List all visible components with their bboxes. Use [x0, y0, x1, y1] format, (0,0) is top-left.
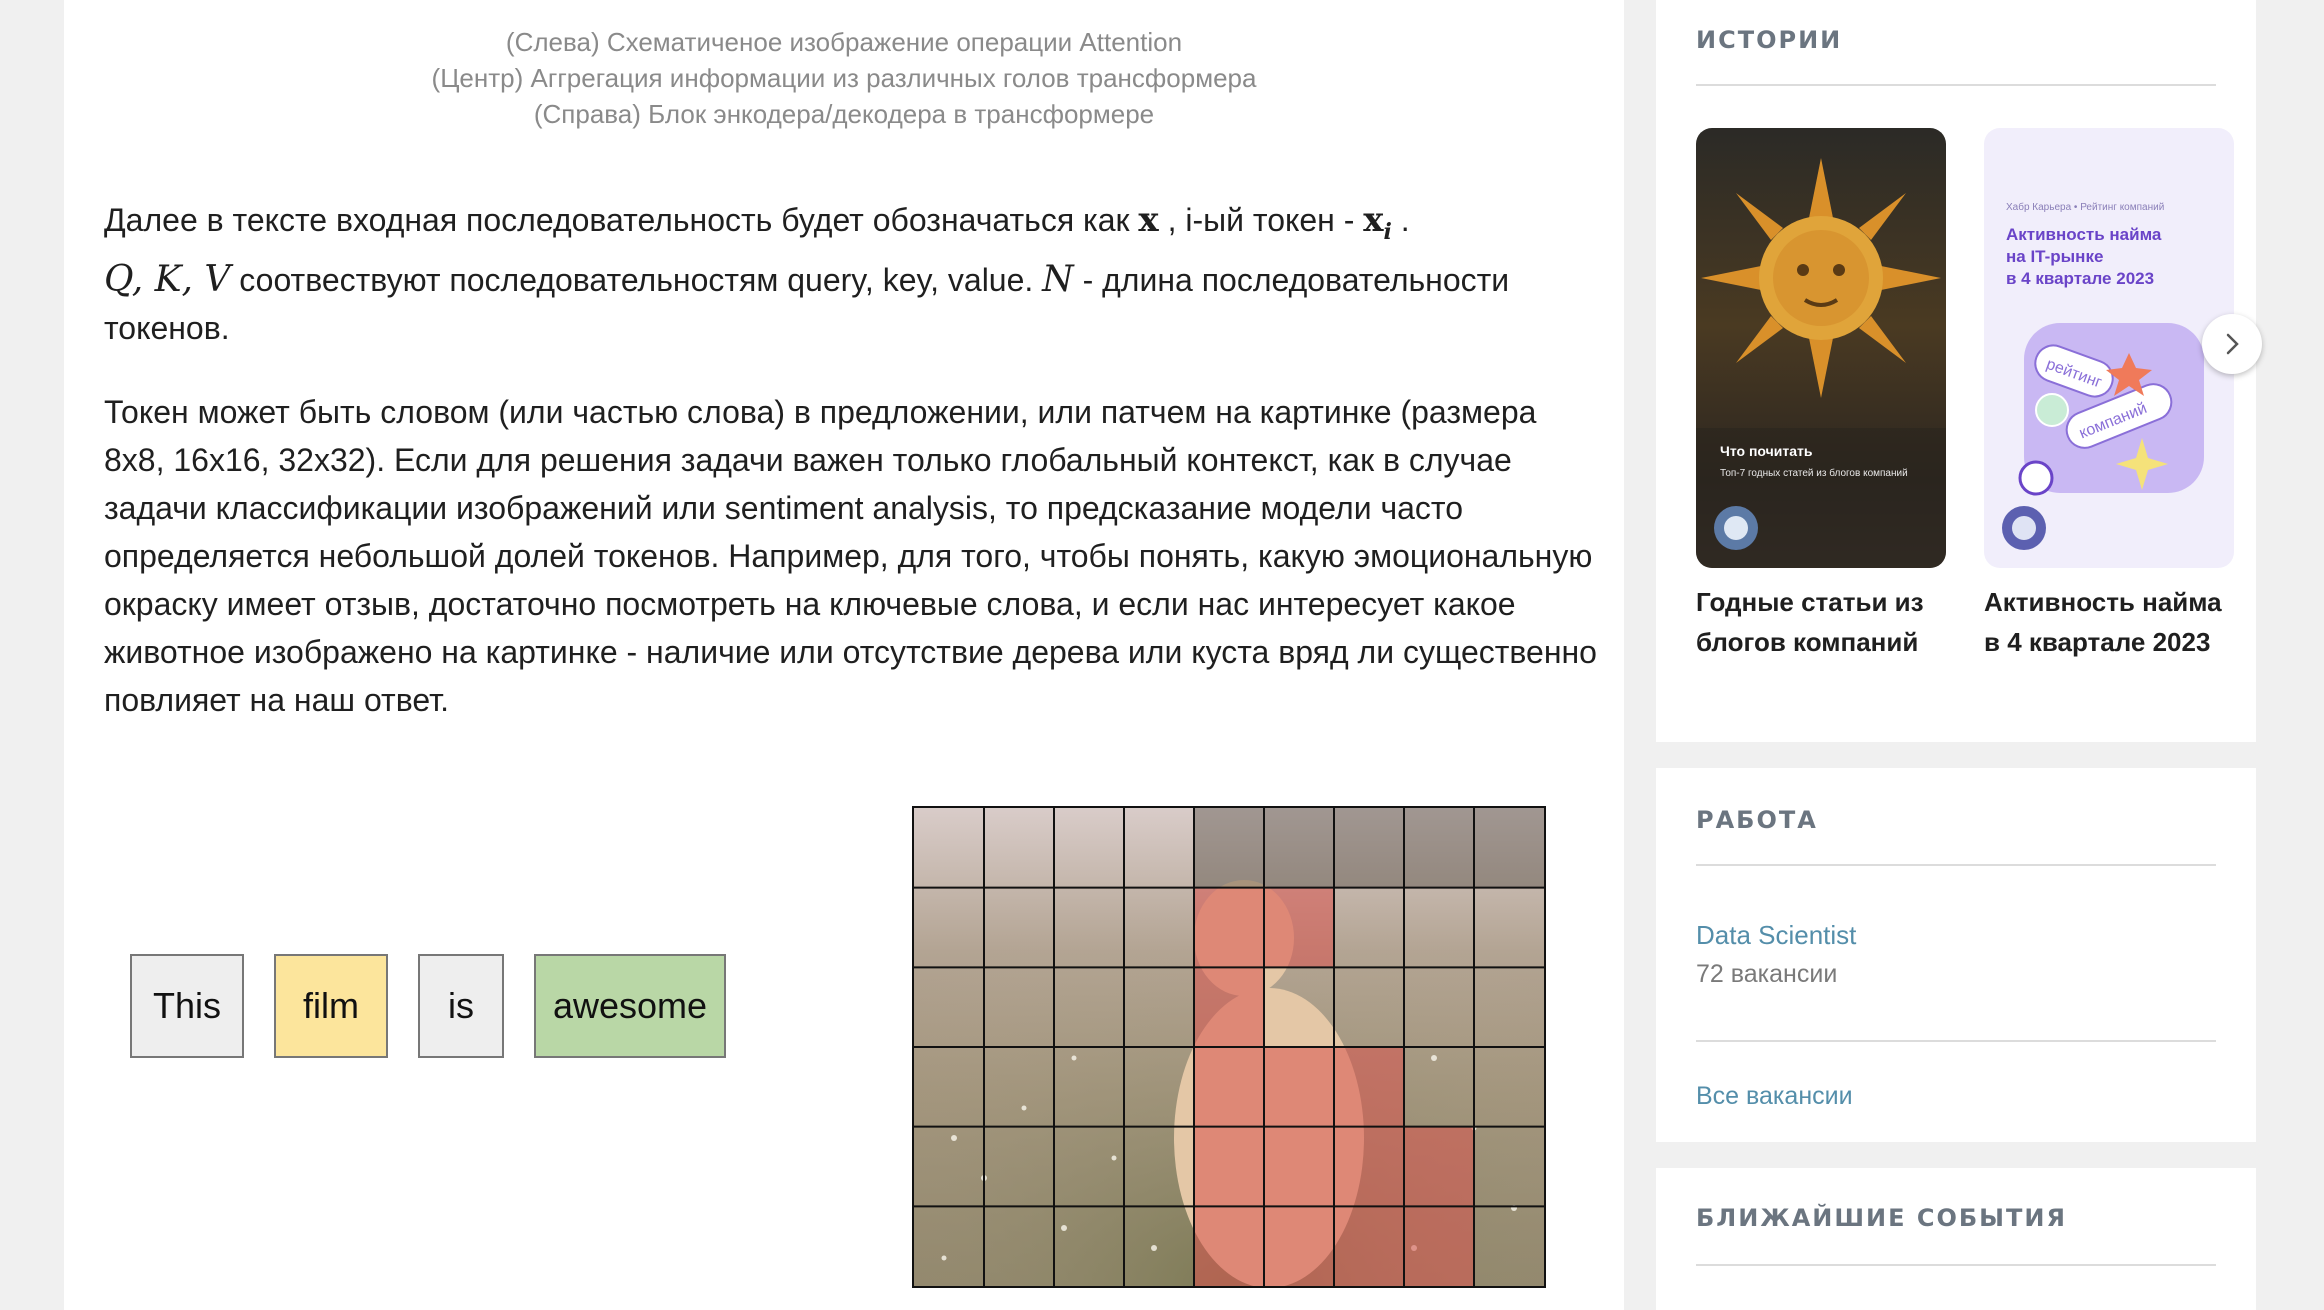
divider: [1696, 84, 2216, 86]
story-caption-hiring[interactable]: Активность найма в 4 квартале 2023: [1984, 582, 2234, 662]
jobs-title: РАБОТА: [1696, 806, 1818, 834]
story-caption-blogs[interactable]: Годные статьи из блогов компаний: [1696, 582, 1946, 662]
story-headline-3: в 4 квартале 2023: [2006, 269, 2154, 288]
patch-grid-svg: [914, 808, 1544, 1286]
highlighted-patch: [1334, 1047, 1404, 1127]
highlighted-patch: [1404, 1206, 1474, 1286]
highlighted-patch: [1194, 887, 1264, 968]
highlighted-patch: [1194, 1126, 1264, 1207]
token-is: is: [418, 954, 504, 1058]
text-fragment: .: [1391, 202, 1410, 238]
text-fragment: , i-ый токен -: [1158, 202, 1364, 238]
caption-right: (Справа) Блок энкодера/декодера в трансф…: [533, 99, 1155, 129]
token-this: This: [130, 954, 244, 1058]
story-overlay-title: Что почитать: [1720, 443, 1813, 459]
math-qkv: Q, K, V: [104, 258, 231, 300]
events-title: БЛИЖАЙШИЕ СОБЫТИЯ: [1696, 1204, 2067, 1232]
highlighted-patch: [1404, 1126, 1474, 1207]
highlighted-patch: [1264, 1206, 1334, 1286]
story-headline-1: Активность найма: [2006, 225, 2162, 244]
image-patch-grid: [912, 806, 1546, 1288]
token-film: film: [274, 954, 388, 1058]
highlighted-patch: [1264, 887, 1334, 968]
highlighted-patch: [1334, 1126, 1404, 1207]
stories-title: ИСТОРИИ: [1696, 26, 1843, 54]
events-card: БЛИЖАЙШИЕ СОБЫТИЯ: [1656, 1168, 2256, 1310]
divider: [1696, 1264, 2216, 1266]
story-headline-2: на IT-рынке: [2006, 247, 2103, 266]
highlighted-patch: [1264, 1126, 1334, 1207]
story-header-text: Хабр Карьера • Рейтинг компаний: [2006, 201, 2164, 213]
story-thumbnail-blogs[interactable]: Что почитать Топ-7 годных статей из блог…: [1696, 128, 1946, 568]
sun-illustration: Что почитать Топ-7 годных статей из блог…: [1696, 158, 1946, 568]
caption-center: (Центр) Аггрегация информации из различн…: [431, 63, 1257, 93]
paragraph-tokens: Токен может быть словом (или частью слов…: [104, 394, 1597, 718]
highlighted-patch: [1194, 1206, 1264, 1286]
hiring-illustration: Хабр Карьера • Рейтинг компаний Активнос…: [2002, 201, 2204, 550]
story-thumbnail-hiring[interactable]: Хабр Карьера • Рейтинг компаний Активнос…: [1984, 128, 2234, 568]
math-xi: xi: [1363, 200, 1392, 245]
token-awesome: awesome: [534, 954, 726, 1058]
math-xi-sub: i: [1383, 218, 1392, 245]
dark-patch-band: [1194, 808, 1544, 888]
text-fragment: Далее в тексте входная последовательност…: [104, 202, 1139, 238]
story-overlay-sub: Топ-7 годных статей из блогов компаний: [1720, 467, 1908, 479]
job-count: 72 вакансии: [1696, 960, 1838, 988]
stories-next-button[interactable]: [2202, 314, 2262, 374]
divider: [1696, 864, 2216, 866]
figure-captions: (Слева) Схематиченое изображение операци…: [64, 24, 1624, 132]
math-n: N: [1042, 258, 1074, 300]
job-link-data-scientist[interactable]: Data Scientist: [1696, 920, 1856, 951]
chevron-right-icon: [2226, 333, 2239, 355]
highlighted-patch: [1194, 967, 1264, 1047]
paragraph-notation: Далее в тексте входная последовательност…: [104, 196, 1604, 352]
all-jobs-link[interactable]: Все вакансии: [1696, 1082, 1853, 1111]
math-xi-base: x: [1363, 200, 1384, 240]
divider: [1696, 1040, 2216, 1042]
highlighted-patch: [1334, 1206, 1404, 1286]
highlighted-patch: [1264, 1047, 1334, 1127]
article-content: (Слева) Схематиченое изображение операци…: [64, 0, 1624, 1310]
caption-left: (Слева) Схематиченое изображение операци…: [505, 27, 1183, 57]
math-x: x: [1138, 200, 1159, 240]
jobs-card: РАБОТА Data Scientist 72 вакансии Все ва…: [1656, 768, 2256, 1142]
stories-card: ИСТОРИИ Что почитать Топ-7 годных статей…: [1656, 0, 2262, 742]
text-fragment: соотвествуют последовательностям query, …: [230, 261, 1043, 298]
highlighted-patch: [1194, 1047, 1264, 1127]
